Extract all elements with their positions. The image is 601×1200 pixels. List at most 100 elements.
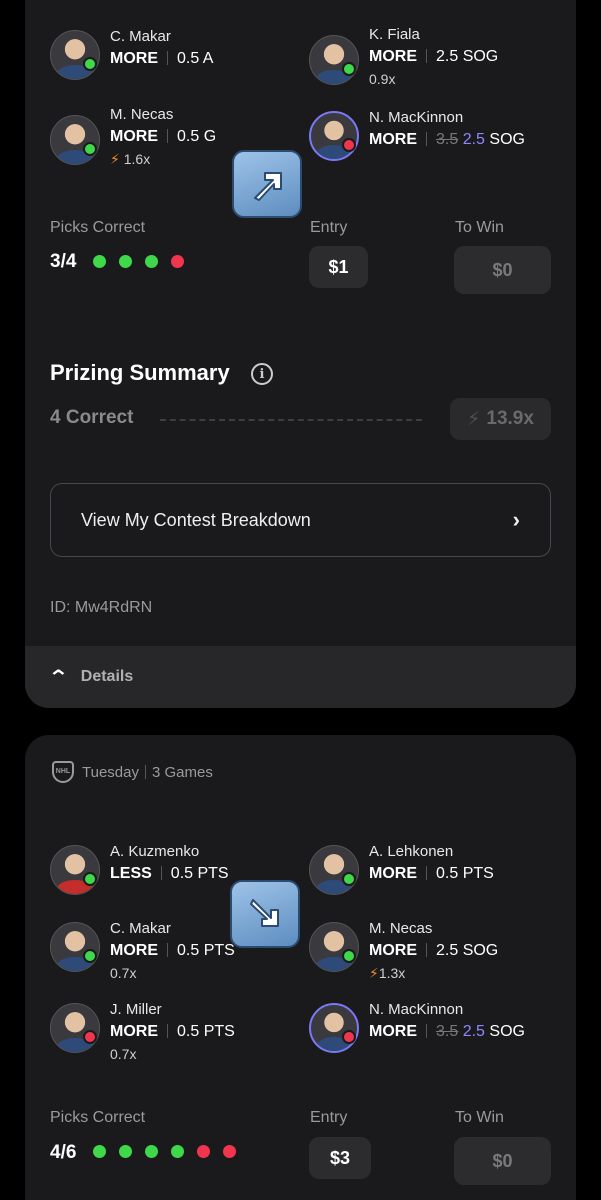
player-name: M. Necas [110, 106, 174, 123]
pick-direction: MORE [110, 50, 158, 67]
details-toggle[interactable]: ⌃ Details [25, 646, 576, 708]
entry-card-2[interactable]: NHL Tuesday 3 Games A. Kuzmenko LESS 0.5 P… [25, 735, 576, 1200]
hit-indicator [342, 949, 356, 963]
separator [426, 943, 427, 957]
hit-indicator [83, 949, 97, 963]
separator [426, 866, 427, 880]
pick-direction: MORE [110, 128, 158, 145]
player-name: A. Kuzmenko [110, 843, 200, 860]
picks-correct-value: 3/4 [50, 251, 77, 272]
pick-stat: 2.5 SOG [436, 942, 499, 959]
separator [167, 1024, 168, 1038]
miss-indicator [342, 138, 356, 152]
player-name: C. Makar [110, 920, 171, 937]
pick-line: MORE 0.5 PTS [110, 1023, 235, 1041]
pick-stat: 0.5 G [177, 128, 217, 145]
pick-item[interactable]: C. Makar MORE 0.5 A [50, 28, 300, 90]
to-win-amount: $0 [454, 1137, 551, 1185]
pick-direction: MORE [369, 48, 417, 65]
prize-multiplier: ⚡ 13.9x [450, 398, 551, 440]
pick-item[interactable]: J. Miller MORE 0.5 PTS 0.7x [50, 1001, 300, 1063]
player-name: N. MacKinnon [369, 1001, 464, 1018]
hit-dot [93, 1145, 106, 1158]
to-win-amount: $0 [454, 246, 551, 294]
pick-stat: 0.5 A [177, 50, 214, 67]
player-avatar [309, 111, 359, 161]
player-name: M. Necas [369, 920, 433, 937]
new-line: 2.5 [462, 1023, 485, 1040]
pick-line: MORE 0.5 PTS [369, 865, 494, 883]
hit-indicator [83, 142, 97, 156]
player-avatar [309, 35, 359, 85]
entry-id: ID: Mw4RdRN [50, 599, 153, 616]
pick-direction: MORE [369, 1023, 417, 1040]
player-avatar [50, 30, 100, 80]
pick-item[interactable]: K. Fiala MORE 2.5 SOG 0.9x [309, 26, 559, 88]
pick-line: MORE 2.5 SOG [369, 48, 498, 66]
pick-item[interactable]: M. Necas MORE 2.5 SOG ⚡1.3x [309, 920, 559, 982]
slip-day: Tuesday [82, 764, 139, 781]
pick-direction: MORE [369, 131, 417, 148]
miss-dot [223, 1145, 236, 1158]
separator [144, 765, 146, 779]
new-line: 2.5 [462, 131, 485, 148]
hit-dot [145, 1145, 158, 1158]
miss-dot [197, 1145, 210, 1158]
player-avatar [50, 845, 100, 895]
pick-line: MORE 0.5 A [110, 50, 213, 68]
prizing-summary-title: Prizing Summary [50, 360, 230, 385]
pick-line: MORE 2.5 SOG [369, 942, 498, 960]
pick-stat: 0.5 PTS [177, 1023, 235, 1040]
pick-stat: SOG [489, 131, 525, 148]
separator [160, 866, 162, 880]
bolt-icon: ⚡ [369, 965, 379, 981]
pick-direction: MORE [110, 942, 158, 959]
entry-label: Entry [310, 219, 348, 236]
separator [167, 51, 168, 65]
nhl-logo-icon: NHL [52, 761, 74, 783]
separator [426, 132, 427, 146]
player-name: K. Fiala [369, 26, 420, 43]
info-icon[interactable]: i [251, 363, 273, 385]
chevron-up-icon: ⌃ [47, 666, 70, 689]
pick-multiplier: ⚡1.3x [369, 965, 405, 982]
view-contest-breakdown-button[interactable]: View My Contest Breakdown › [50, 483, 551, 557]
details-label: Details [80, 668, 134, 685]
slip-games: 3 Games [151, 764, 213, 781]
dashed-divider [160, 419, 422, 421]
arrow-up-right-icon [232, 150, 302, 218]
pick-item[interactable]: N. MacKinnon MORE 3.5 2.5 SOG [309, 1001, 569, 1063]
pick-stat: 0.5 PTS [177, 942, 235, 959]
prize-row-label: 4 Correct [50, 407, 134, 428]
player-avatar [50, 922, 100, 972]
pick-item[interactable]: A. Lehkonen MORE 0.5 PTS [309, 843, 559, 905]
hit-dot [119, 1145, 132, 1158]
pick-item[interactable]: N. MacKinnon MORE 3.5 2.5 SOG [309, 109, 569, 171]
pick-direction: MORE [369, 942, 417, 959]
entry-amount: $3 [309, 1137, 371, 1179]
breakdown-label: View My Contest Breakdown [81, 509, 311, 530]
miss-dot [171, 255, 184, 268]
player-name: C. Makar [110, 28, 171, 45]
pick-stat: 0.5 PTS [170, 865, 229, 882]
pick-stat: 0.5 PTS [436, 865, 494, 882]
separator [426, 49, 427, 63]
player-name: N. MacKinnon [369, 109, 464, 126]
player-avatar [50, 1003, 100, 1053]
slip-meta: Tuesday 3 Games [82, 764, 213, 781]
pick-results-dots [93, 1145, 236, 1158]
pick-results-dots [93, 255, 184, 268]
pick-line: MORE 3.5 2.5 SOG [369, 131, 525, 149]
pick-stat: SOG [489, 1023, 525, 1040]
pick-line: MORE 3.5 2.5 SOG [369, 1023, 525, 1041]
player-name: A. Lehkonen [369, 843, 454, 860]
entry-card-1: C. Makar MORE 0.5 A K. Fiala MORE 2.5 SOG … [25, 0, 576, 708]
player-avatar [50, 115, 100, 165]
hit-indicator [83, 57, 97, 71]
arrow-down-right-icon [230, 880, 300, 948]
multiplier-value: 1.6x [123, 151, 151, 167]
player-avatar [309, 845, 359, 895]
pick-line: MORE 0.5 G [110, 128, 216, 146]
pick-stat: 2.5 SOG [436, 48, 499, 65]
hit-dot [119, 255, 132, 268]
